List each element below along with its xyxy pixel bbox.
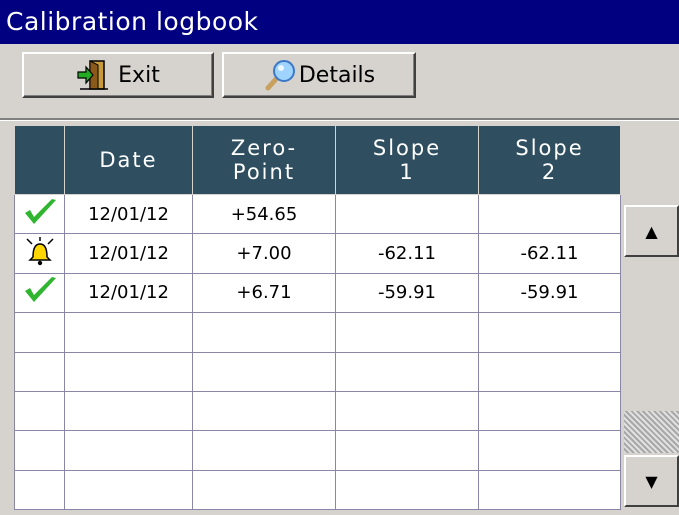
status-cell <box>14 390 65 432</box>
status-cell <box>14 233 65 274</box>
slope-1-cell <box>335 312 479 353</box>
zero-point-cell <box>192 390 336 432</box>
arrow-up-icon: ▲ <box>645 221 658 241</box>
table-row[interactable] <box>14 351 621 392</box>
slope-1-cell <box>335 351 479 392</box>
slope-2-cell <box>478 312 621 353</box>
slope-2-cell <box>478 390 621 432</box>
zero-point-cell <box>192 430 336 471</box>
slope-1-cell <box>335 430 479 471</box>
status-cell <box>14 312 65 353</box>
status-cell <box>14 272 65 314</box>
status-cell <box>14 469 65 511</box>
exit-button[interactable]: Exit <box>22 52 214 98</box>
slope-1-cell <box>335 193 479 235</box>
zero-point-cell <box>192 351 336 392</box>
header-date[interactable]: Date <box>64 125 193 195</box>
table-row[interactable]: 12/01/12 +54.65 <box>14 193 621 235</box>
table-header-row: Date Zero- Point Slope 1 Slope 2 <box>14 125 621 195</box>
date-cell <box>64 351 193 392</box>
window-title: Calibration logbook <box>0 0 679 44</box>
toolbar: Exit Details <box>0 44 679 118</box>
vertical-scrollbar[interactable]: ▲ ▼ <box>624 205 679 507</box>
header-slope-2[interactable]: Slope 2 <box>478 125 621 195</box>
details-button[interactable]: Details <box>222 52 416 98</box>
table-row[interactable]: 12/01/12 +6.71 -59.91 -59.91 <box>14 272 621 314</box>
scroll-down-button[interactable]: ▼ <box>624 455 679 507</box>
zero-point-cell: +54.65 <box>192 193 336 235</box>
date-cell: 12/01/12 <box>64 193 193 235</box>
magnifier-icon <box>265 60 295 91</box>
header-status <box>14 125 65 195</box>
scroll-thumb[interactable] <box>624 411 679 453</box>
zero-point-cell <box>192 312 336 353</box>
date-cell: 12/01/12 <box>64 233 193 274</box>
table-row[interactable]: 12/01/12 +7.00 -62.11 -62.11 <box>14 233 621 274</box>
calibration-table: Date Zero- Point Slope 1 Slope 2 12/01/1… <box>14 125 621 511</box>
date-cell <box>64 390 193 432</box>
check-icon <box>24 277 56 303</box>
zero-point-cell: +7.00 <box>192 233 336 274</box>
status-cell <box>14 430 65 471</box>
slope-2-cell <box>478 351 621 392</box>
zero-point-cell <box>192 469 336 511</box>
slope-1-cell <box>335 469 479 511</box>
zero-point-cell: +6.71 <box>192 272 336 314</box>
scroll-up-button[interactable]: ▲ <box>624 205 679 257</box>
table-row[interactable] <box>14 430 621 471</box>
date-cell <box>64 430 193 471</box>
slope-2-cell <box>478 430 621 471</box>
table-row[interactable] <box>14 390 621 432</box>
slope-2-cell: -62.11 <box>478 233 621 274</box>
header-slope-1[interactable]: Slope 1 <box>335 125 479 195</box>
door-exit-icon <box>77 60 109 90</box>
check-icon <box>24 198 56 224</box>
details-label: Details <box>298 62 376 88</box>
slope-2-cell <box>478 193 621 235</box>
table-row[interactable] <box>14 469 621 511</box>
status-cell <box>14 351 65 392</box>
slope-2-cell: -59.91 <box>478 272 621 314</box>
header-zero-point[interactable]: Zero- Point <box>192 125 336 195</box>
alarm-bell-icon <box>25 237 54 266</box>
slope-1-cell <box>335 390 479 432</box>
toolbar-separator <box>0 118 679 121</box>
date-cell: 12/01/12 <box>64 272 193 314</box>
slope-1-cell: -59.91 <box>335 272 479 314</box>
status-cell <box>14 193 65 235</box>
date-cell <box>64 312 193 353</box>
date-cell <box>64 469 193 511</box>
table-row[interactable] <box>14 312 621 353</box>
slope-1-cell: -62.11 <box>335 233 479 274</box>
exit-label: Exit <box>118 62 160 88</box>
arrow-down-icon: ▼ <box>645 471 658 491</box>
slope-2-cell <box>478 469 621 511</box>
